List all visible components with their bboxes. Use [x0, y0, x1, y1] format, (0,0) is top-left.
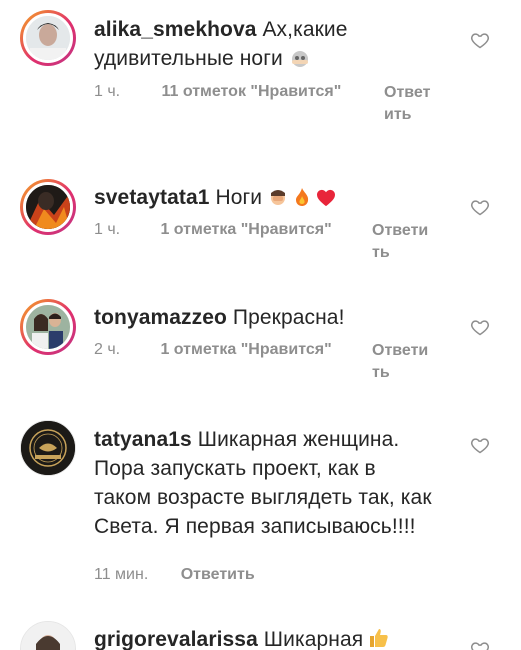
comment-meta: 1 ч. 11 отметок "Нравится" Ответить — [94, 82, 464, 123]
comment-username[interactable]: tonyamazzeo — [94, 306, 227, 329]
comment-meta: 2 ч. 1 отметка "Нравится" Ответить — [94, 340, 464, 381]
avatar[interactable] — [20, 420, 76, 476]
heart-outline-icon[interactable] — [470, 435, 490, 455]
comment-username[interactable]: tatyana1s — [94, 428, 192, 451]
reply-button[interactable]: Ответить — [372, 340, 432, 384]
comment-likes[interactable]: 11 отметок "Нравится" — [161, 82, 341, 102]
comment-username[interactable]: grigorevalarissa — [94, 628, 258, 650]
comment-item: svetaytata1 Ноги 1 ч. 1 отметка "Нравитс… — [0, 165, 521, 285]
avatar[interactable] — [20, 299, 76, 355]
comment-item: tatyana1s Шикарная женщина. Пора запуска… — [0, 410, 521, 600]
comment-text: alika_smekhova Ах,какие удивительные ног… — [94, 15, 394, 76]
comment-time: 1 ч. — [94, 83, 121, 100]
comment-item: alika_smekhova Ах,какие удивительные ног… — [0, 0, 521, 150]
comment-item: tonyamazzeo Прекрасна! 2 ч. 1 отметка "Н… — [0, 285, 521, 405]
heart-outline-icon[interactable] — [470, 30, 490, 50]
heart-outline-icon[interactable] — [470, 639, 490, 650]
heart-emoji-icon — [316, 186, 336, 215]
comment-username[interactable]: alika_smekhova — [94, 18, 257, 41]
reply-button[interactable]: Ответить — [181, 565, 255, 585]
comment-body: Ноги — [215, 186, 263, 209]
monkey-emoji-icon — [289, 47, 311, 76]
heart-outline-icon[interactable] — [470, 197, 490, 217]
avatar-photo — [21, 421, 75, 475]
comment-likes[interactable]: 1 отметка "Нравится" — [160, 220, 331, 240]
comment-text: tatyana1s Шикарная женщина. Пора запуска… — [94, 425, 434, 541]
comment-likes[interactable]: 1 отметка "Нравится" — [160, 340, 331, 360]
comment-meta: 11 мин. Ответить — [94, 565, 464, 585]
avatar-photo — [26, 185, 70, 229]
comment-text: grigorevalarissa Шикарная — [94, 625, 454, 650]
avatar[interactable] — [20, 621, 76, 650]
comment-text: tonyamazzeo Прекрасна! — [94, 303, 454, 332]
comment-text: svetaytata1 Ноги — [94, 183, 454, 215]
reply-button[interactable]: Ответить — [372, 220, 432, 264]
thumbs-up-emoji-icon — [369, 627, 389, 650]
comment-time: 11 мин. — [94, 566, 149, 583]
avatar[interactable] — [20, 179, 76, 235]
fire-emoji-icon — [294, 186, 310, 215]
comment-meta: 1 ч. 1 отметка "Нравится" Ответить — [94, 220, 464, 261]
avatar-photo — [26, 16, 70, 60]
avatar-photo — [21, 622, 75, 650]
heart-outline-icon[interactable] — [470, 317, 490, 337]
avatar[interactable] — [20, 10, 76, 66]
comment-body: Прекрасна! — [232, 306, 345, 329]
reply-button[interactable]: Ответить — [384, 82, 432, 126]
comment-time: 1 ч. — [94, 221, 121, 238]
comment-body: Шикарная — [263, 628, 364, 650]
facepalm-emoji-icon — [268, 186, 288, 215]
avatar-photo — [26, 305, 70, 349]
comment-username[interactable]: svetaytata1 — [94, 186, 210, 209]
comment-item: grigorevalarissa Шикарная — [0, 605, 521, 650]
comment-time: 2 ч. — [94, 341, 121, 358]
